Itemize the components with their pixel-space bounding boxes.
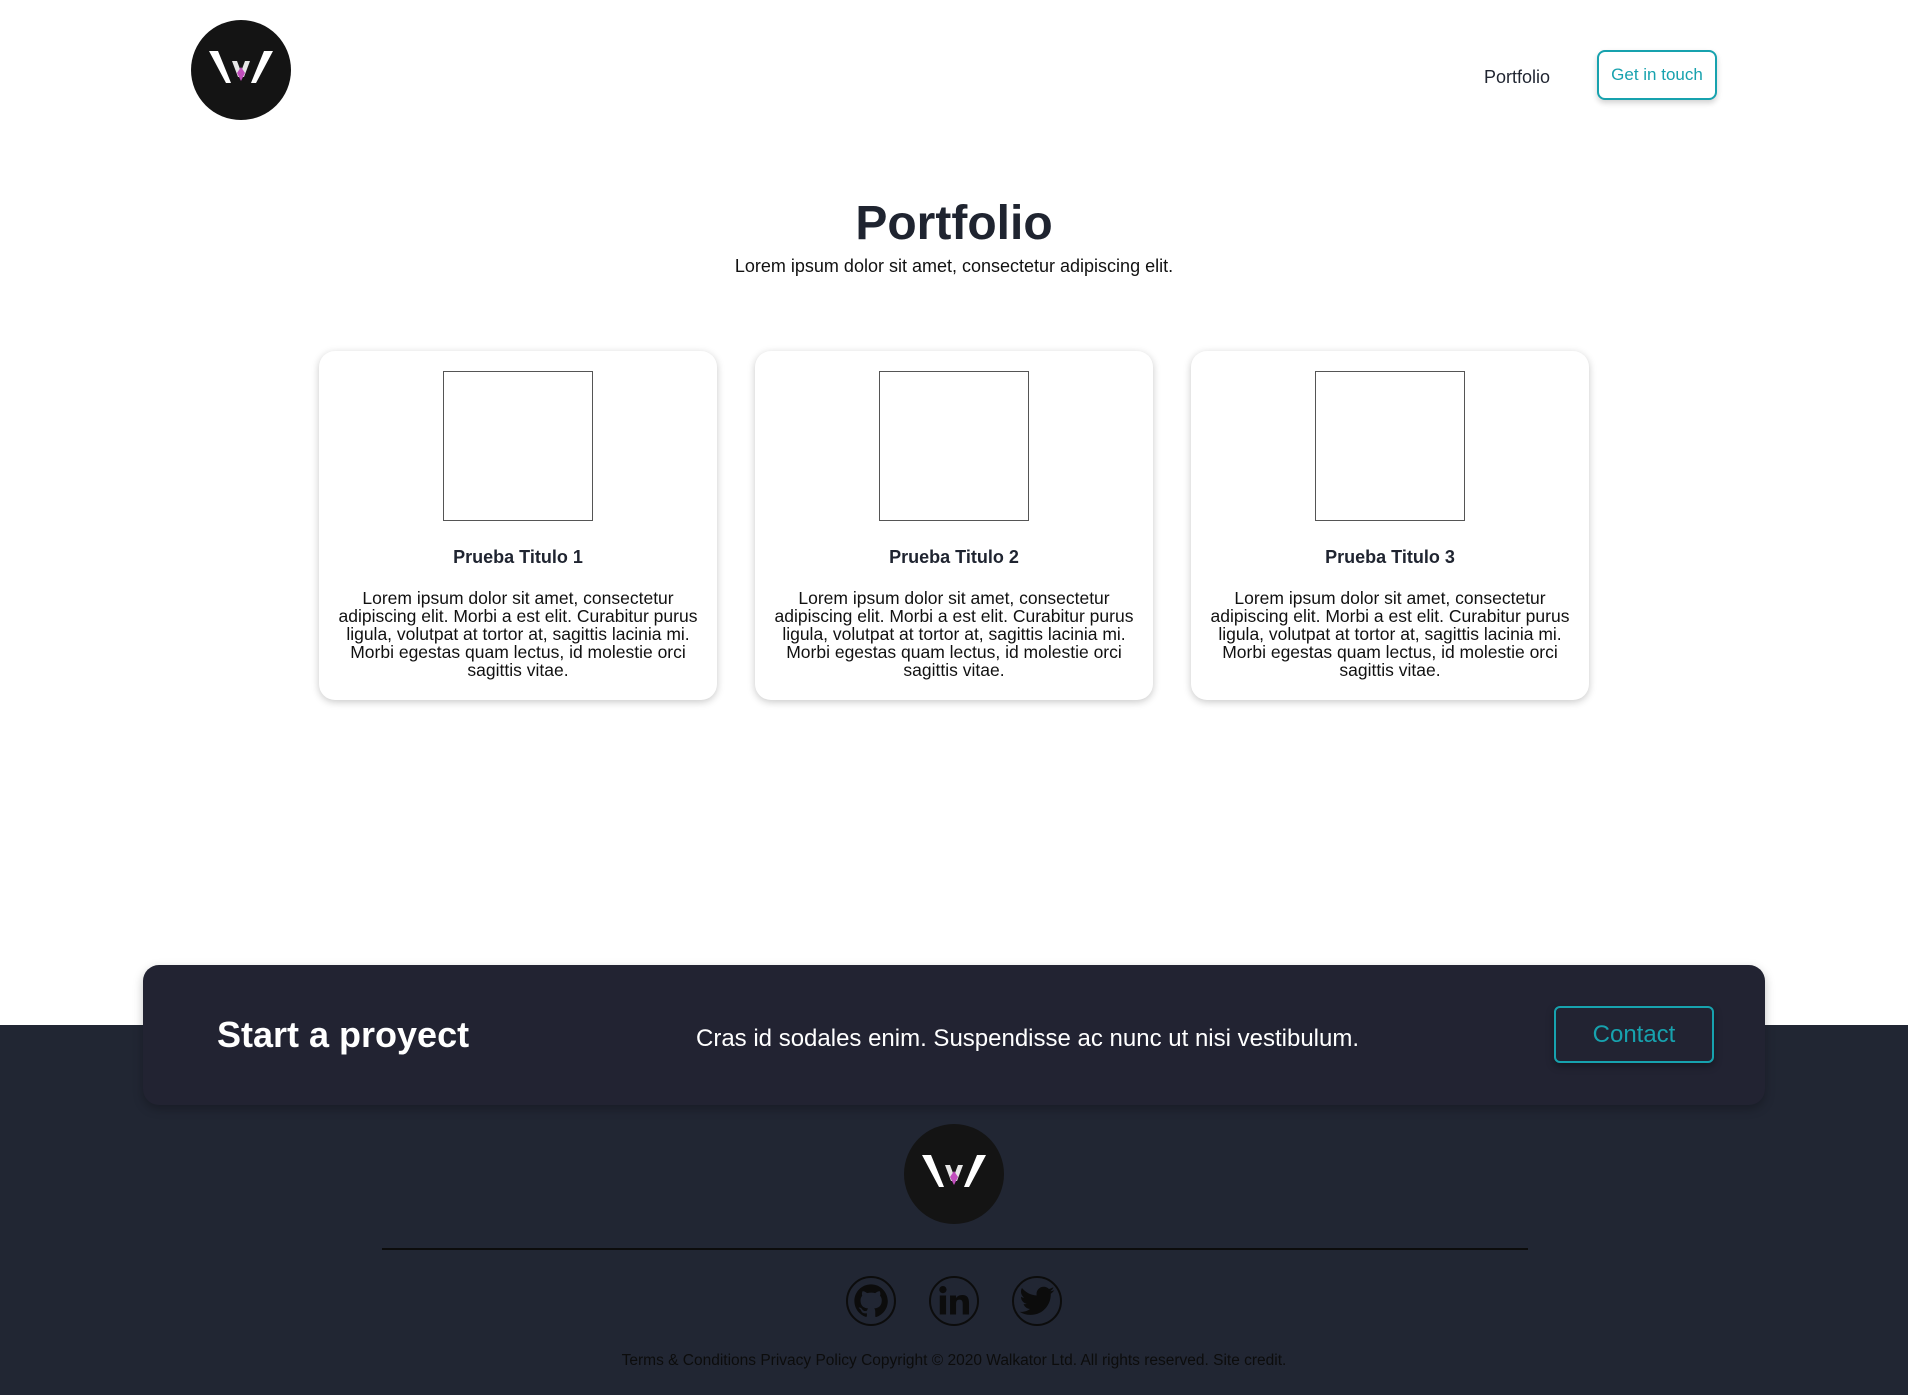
- footer-divider: [382, 1248, 1528, 1250]
- card-title: Prueba Titulo 2: [889, 547, 1019, 567]
- w-logo-mark: [209, 51, 273, 83]
- get-in-touch-button[interactable]: Get in touch: [1597, 50, 1717, 100]
- portfolio-card[interactable]: Prueba Titulo 2 Lorem ipsum dolor sit am…: [755, 351, 1153, 700]
- github-icon[interactable]: [846, 1276, 896, 1326]
- card-description: Lorem ipsum dolor sit amet, consectetur …: [338, 588, 698, 680]
- card-image-placeholder: [879, 371, 1029, 521]
- cta-text: Cras id sodales enim. Suspendisse ac nun…: [696, 1025, 1359, 1052]
- page-subtitle: Lorem ipsum dolor sit amet, consectetur …: [734, 256, 1174, 276]
- footer-logo-icon[interactable]: [904, 1124, 1004, 1224]
- nav-link-portfolio[interactable]: Portfolio: [1484, 67, 1550, 87]
- card-image-placeholder: [443, 371, 593, 521]
- card-title: Prueba Titulo 3: [1325, 547, 1455, 567]
- portfolio-card[interactable]: Prueba Titulo 3 Lorem ipsum dolor sit am…: [1191, 351, 1589, 700]
- cta-banner: Start a proyect Cras id sodales enim. Su…: [143, 965, 1765, 1105]
- card-title: Prueba Titulo 1: [453, 547, 583, 567]
- cta-title: Start a proyect: [217, 1014, 470, 1055]
- walkator-logo-icon[interactable]: [191, 20, 291, 120]
- twitter-icon[interactable]: [1012, 1276, 1062, 1326]
- portfolio-card[interactable]: Prueba Titulo 1 Lorem ipsum dolor sit am…: [319, 351, 717, 700]
- page-title: Portfolio: [855, 197, 1053, 250]
- footer-legal-links[interactable]: Terms & Conditions Privacy Policy Copyri…: [0, 1352, 1908, 1370]
- card-image-placeholder: [1315, 371, 1465, 521]
- w-logo-mark: [922, 1155, 986, 1187]
- site-header: Portfolio Get in touch: [0, 0, 1908, 150]
- card-description: Lorem ipsum dolor sit amet, consectetur …: [1210, 588, 1570, 680]
- contact-button[interactable]: Contact: [1554, 1006, 1714, 1063]
- linkedin-icon[interactable]: [929, 1276, 979, 1326]
- card-description: Lorem ipsum dolor sit amet, consectetur …: [774, 588, 1134, 680]
